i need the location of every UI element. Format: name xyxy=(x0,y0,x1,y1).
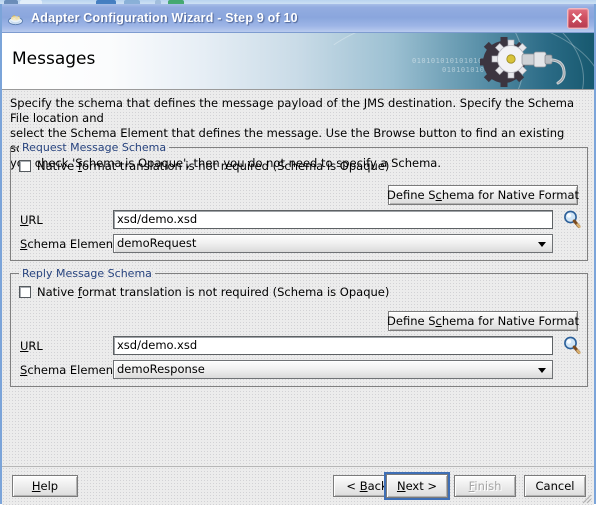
instructions-line-1: Specify the schema that defines the mess… xyxy=(10,96,575,125)
content-pane: Specify the schema that defines the mess… xyxy=(2,90,594,466)
chevron-down-icon xyxy=(538,368,546,373)
request-url-label: URL xyxy=(20,213,43,227)
help-button[interactable]: Help xyxy=(12,475,78,497)
reply-browse-magnifier-icon[interactable] xyxy=(561,335,583,356)
reply-define-schema-for-native-format-button[interactable]: Define Schema for Native Format xyxy=(387,311,579,331)
request-opaque-checkbox[interactable] xyxy=(19,160,31,172)
reply-message-schema-group: Reply Message Schema Native format trans… xyxy=(10,267,588,387)
adapter-configuration-wizard-dialog: Adapter Configuration Wizard - Step 9 of… xyxy=(0,4,596,505)
reply-url-input[interactable]: xsd/demo.xsd xyxy=(113,336,553,355)
request-message-schema-legend: Request Message Schema xyxy=(19,141,170,154)
reply-schema-element-label: Schema Element xyxy=(20,363,118,377)
reply-schema-element-value: demoResponse xyxy=(117,362,205,376)
request-schema-element-value: demoRequest xyxy=(117,236,197,250)
reply-opaque-checkbox-row[interactable]: Native format translation is not require… xyxy=(19,285,389,299)
reply-url-label: URL xyxy=(20,339,43,353)
request-url-input[interactable]: xsd/demo.xsd xyxy=(113,210,553,229)
finish-button: Finish xyxy=(454,475,516,497)
window-title: Adapter Configuration Wizard - Step 9 of… xyxy=(31,11,298,25)
gear-plug-icon xyxy=(479,35,576,89)
request-opaque-checkbox-row[interactable]: Native format translation is not require… xyxy=(19,159,389,173)
request-browse-magnifier-icon[interactable] xyxy=(561,209,583,230)
reply-opaque-checkbox-label: Native format translation is not require… xyxy=(37,285,390,299)
cancel-button-label: Cancel xyxy=(535,479,575,493)
request-schema-element-label: Schema Element xyxy=(20,237,118,251)
close-icon[interactable] xyxy=(567,8,589,29)
reply-opaque-checkbox[interactable] xyxy=(19,286,31,298)
next-button[interactable]: Next > xyxy=(384,472,450,500)
page-banner: 01010101010101010101010101 0101010101010 xyxy=(2,33,594,90)
request-define-schema-for-native-format-button[interactable]: Define Schema for Native Format xyxy=(387,185,579,205)
java-coffee-cup-icon xyxy=(7,9,25,27)
request-schema-element-select[interactable]: demoRequest xyxy=(113,234,553,253)
page-title: Messages xyxy=(12,49,96,69)
chevron-down-icon xyxy=(538,242,546,247)
dialog-button-bar: Help < Back Next > Finish Cancel xyxy=(2,466,594,505)
resize-grip[interactable] xyxy=(579,491,592,504)
title-bar[interactable]: Adapter Configuration Wizard - Step 9 of… xyxy=(2,4,594,33)
request-opaque-checkbox-label: Native format translation is not require… xyxy=(37,159,390,173)
reply-message-schema-legend: Reply Message Schema xyxy=(19,267,155,280)
request-message-schema-group: Request Message Schema Native format tra… xyxy=(10,141,588,261)
reply-schema-element-select[interactable]: demoResponse xyxy=(113,360,553,379)
cancel-button[interactable]: Cancel xyxy=(524,475,586,497)
